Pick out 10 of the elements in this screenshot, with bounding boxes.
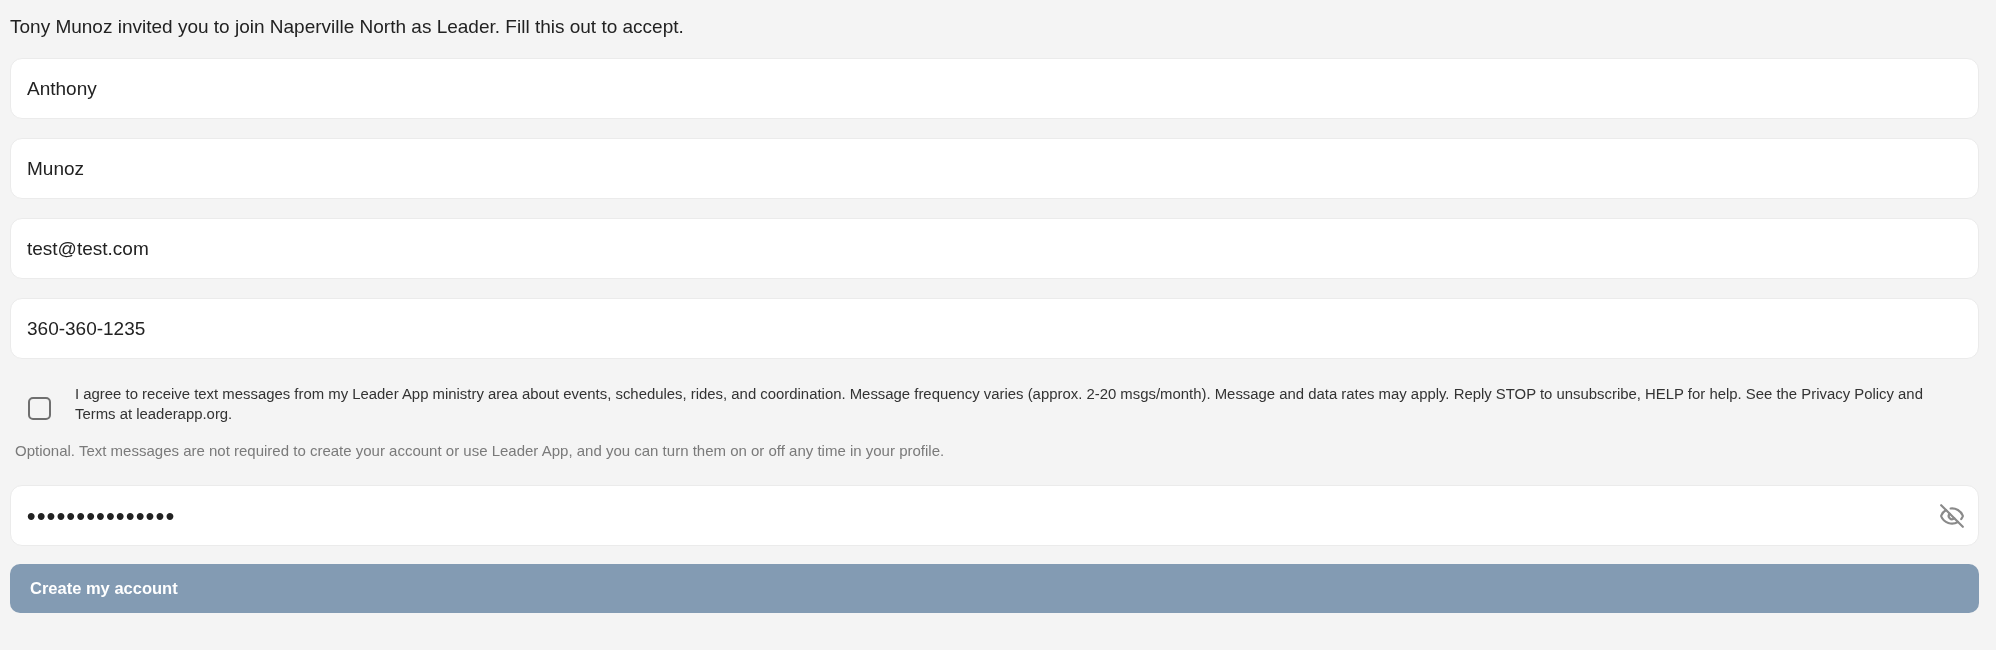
input-field[interactable]: test@test.com [10, 218, 1979, 279]
eye-slash-icon[interactable] [1939, 503, 1965, 529]
consent-note: Optional. Text messages are not required to create your account or use Leader App, and you can turn them on or off any time in your profile. [15, 441, 945, 461]
input-field[interactable]: 360-360-1235 [10, 298, 1979, 359]
consent-text: I agree to receive text messages from my Leader App ministry area about events, schedules, rides, and coordination. Message frequency varies (approx. 2-20 msgs/month). Message and data rates may apply. Reply STOP to unsubscribe, HELP for help. See the Privacy Policy and Terms at leaderapp.org. [75, 385, 1924, 424]
input-field[interactable]: Anthony [10, 58, 1979, 119]
invitation-text: Tony Munoz invited you to join Naperville North as Leader. Fill this out to accept. [10, 15, 684, 39]
password-field[interactable]: ••••••••••••••• [10, 485, 1979, 546]
consent-checkbox[interactable] [28, 396, 51, 420]
input-field[interactable]: Munoz [10, 138, 1979, 199]
